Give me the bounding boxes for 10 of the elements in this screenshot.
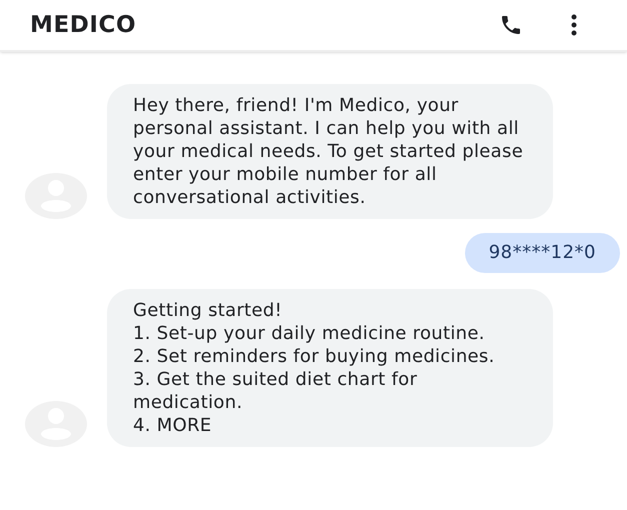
- message-text: 4. MORE: [133, 414, 213, 437]
- phone-icon[interactable]: [499, 13, 523, 37]
- more-options-icon[interactable]: [571, 14, 577, 36]
- message-text: 1. Set-up your daily medicine routine.: [133, 322, 486, 345]
- message-text: Getting started!: [133, 299, 284, 322]
- message-text: 98****12*0: [488, 241, 596, 265]
- message-text: Hey there, friend! I'm Medico, your personal assistant. I can help you with all your medical needs. To get started please enter your mobile number for all conversational activities.: [133, 94, 524, 209]
- message-text: 3. Get the suited diet chart for medication.: [133, 368, 418, 414]
- message-text: 2. Set reminders for buying medicines.: [133, 345, 496, 368]
- app-title: MEDICO: [30, 10, 136, 40]
